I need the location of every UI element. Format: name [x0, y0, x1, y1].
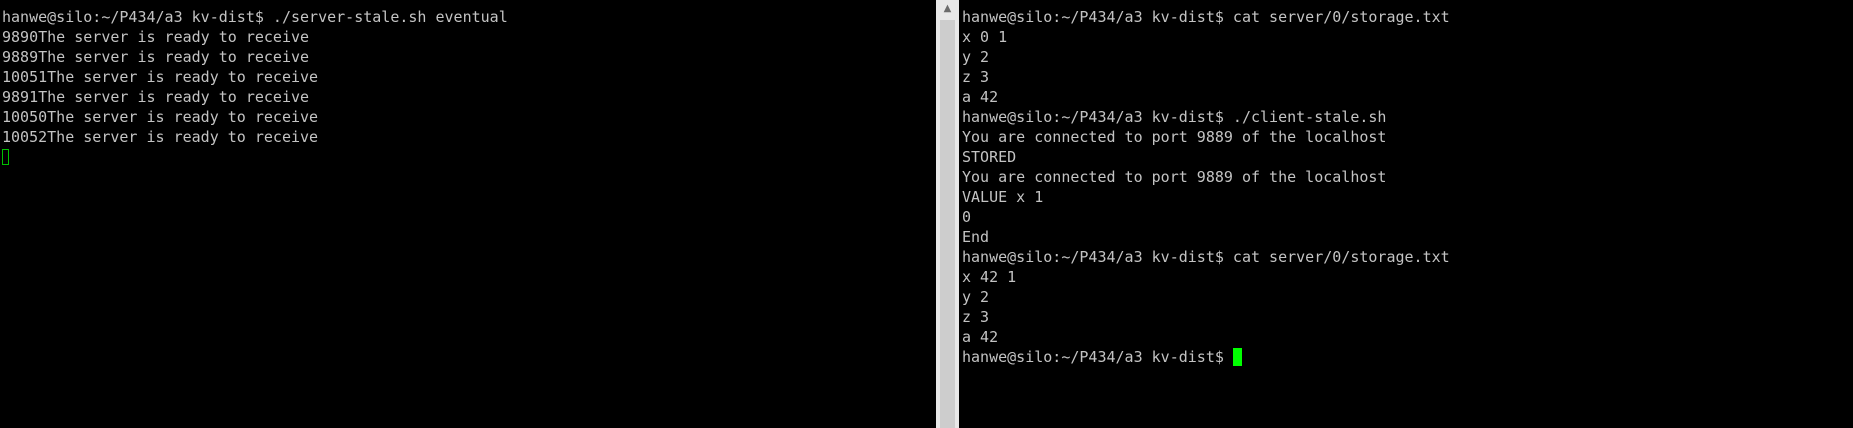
terminal-line: 9890The server is ready to receive [2, 28, 310, 46]
right-terminal-pane[interactable]: hanwe@silo:~/P434/a3 kv-dist$ cat server… [959, 0, 1853, 428]
right-terminal-output: hanwe@silo:~/P434/a3 kv-dist$ cat server… [962, 7, 1450, 367]
inactive-cursor-icon [2, 149, 9, 165]
terminal-line: x 42 1 [962, 268, 1017, 286]
scrollbar-thumb[interactable] [940, 20, 955, 428]
terminal-line: 9889The server is ready to receive [2, 48, 310, 66]
terminal-line: VALUE x 1 [962, 188, 1044, 206]
terminal-line: 10051The server is ready to receive [2, 68, 319, 86]
terminal-line: STORED [962, 148, 1017, 166]
terminal-line: You are connected to port 9889 of the lo… [962, 168, 1387, 186]
terminal-line: 10052The server is ready to receive [2, 128, 319, 146]
shell-prompt: hanwe@silo:~/P434/a3 kv-dist$ [962, 348, 1233, 366]
terminal-cursor-line [2, 147, 508, 167]
terminal-line: hanwe@silo:~/P434/a3 kv-dist$ cat server… [962, 8, 1450, 26]
terminal-line: z 3 [962, 308, 990, 326]
terminal-line: 10050The server is ready to receive [2, 108, 319, 126]
scroll-up-arrow-icon[interactable]: ▲ [936, 2, 959, 16]
screen: hanwe@silo:~/P434/a3 kv-dist$ ./server-s… [0, 0, 1853, 428]
left-terminal-pane[interactable]: hanwe@silo:~/P434/a3 kv-dist$ ./server-s… [0, 0, 936, 428]
terminal-line: hanwe@silo:~/P434/a3 kv-dist$ ./client-s… [962, 108, 1387, 126]
terminal-line: You are connected to port 9889 of the lo… [962, 128, 1387, 146]
terminal-line: End [962, 228, 990, 246]
terminal-line: a 42 [962, 88, 999, 106]
active-cursor-icon [1232, 348, 1242, 366]
terminal-line: y 2 [962, 48, 990, 66]
left-terminal-output: hanwe@silo:~/P434/a3 kv-dist$ ./server-s… [2, 7, 508, 167]
terminal-line: hanwe@silo:~/P434/a3 kv-dist$ ./server-s… [2, 8, 508, 26]
terminal-line: a 42 [962, 328, 999, 346]
terminal-line: hanwe@silo:~/P434/a3 kv-dist$ cat server… [962, 248, 1450, 266]
terminal-line: 9891The server is ready to receive [2, 88, 310, 106]
right-terminal-scrollbar[interactable]: ▲ [936, 0, 959, 428]
terminal-line: 0 [962, 208, 972, 226]
terminal-line: x 0 1 [962, 28, 1008, 46]
terminal-line: y 2 [962, 288, 990, 306]
terminal-prompt-line[interactable]: hanwe@silo:~/P434/a3 kv-dist$ [962, 347, 1450, 367]
terminal-line: z 3 [962, 68, 990, 86]
